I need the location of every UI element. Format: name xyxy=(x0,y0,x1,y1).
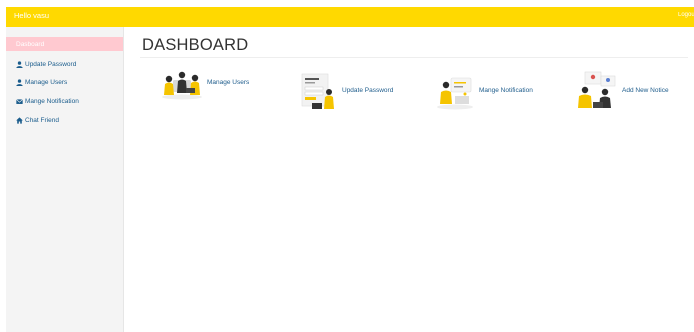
card-manage-users[interactable]: Manage Users xyxy=(160,68,255,102)
password-illustration xyxy=(298,72,338,117)
page-title: DASHBOARD xyxy=(142,36,249,54)
envelope-icon xyxy=(16,98,23,105)
top-navbar: Hello vasu Logout xyxy=(6,7,694,27)
card-manage-notification[interactable]: Mange Notification xyxy=(435,74,540,112)
user-icon xyxy=(16,78,23,86)
card-add-new-notice-label[interactable]: Add New Notice xyxy=(622,87,669,94)
sidebar-item-label: Manage Users xyxy=(25,78,68,86)
sidebar-item-label: Mange Notification xyxy=(25,97,79,105)
card-update-password[interactable]: Update Password xyxy=(298,72,398,114)
sidebar-item-label: Dasboard xyxy=(16,40,45,48)
card-manage-users-label[interactable]: Manage Users xyxy=(207,79,249,86)
card-update-password-label[interactable]: Update Password xyxy=(342,87,393,94)
sidebar-item-chat-friend[interactable]: Chat Friend xyxy=(6,113,123,127)
sidebar-item-manage-notification[interactable]: Mange Notification xyxy=(6,94,123,108)
home-icon xyxy=(16,116,23,124)
sidebar-item-manage-users[interactable]: Manage Users xyxy=(6,75,123,89)
greeting-text: Hello vasu xyxy=(14,11,50,20)
notice-illustration xyxy=(575,70,619,117)
notification-illustration xyxy=(435,74,475,115)
card-add-new-notice[interactable]: Add New Notice xyxy=(575,70,685,114)
title-divider xyxy=(140,57,688,58)
user-icon xyxy=(16,60,23,68)
sidebar-item-label: Update Password xyxy=(25,60,77,68)
sidebar-item-dashboard[interactable]: Dasboard xyxy=(6,37,123,51)
sidebar-item-label: Chat Friend xyxy=(25,116,59,124)
sidebar-item-update-password[interactable]: Update Password xyxy=(6,57,123,71)
team-illustration xyxy=(160,68,204,105)
logout-link[interactable]: Logout xyxy=(678,12,694,18)
sidebar: Dasboard Update Password Manage Users Ma… xyxy=(6,27,124,332)
card-manage-notification-label[interactable]: Mange Notification xyxy=(479,87,533,94)
